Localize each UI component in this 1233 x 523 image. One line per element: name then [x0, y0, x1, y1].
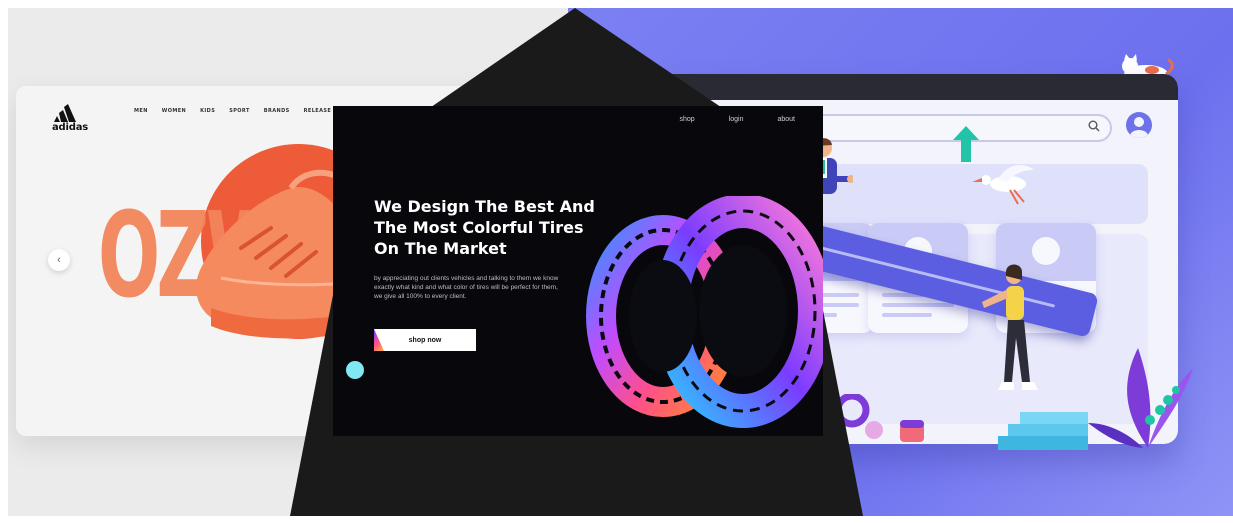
nav-item-shop[interactable]: shop	[679, 116, 694, 123]
tires-page: shop login about We Design The Best And …	[333, 106, 823, 436]
tires-panel: shop login about We Design The Best And …	[8, 8, 1233, 516]
nav-item-login[interactable]: login	[729, 116, 744, 123]
colorful-tires-image	[586, 196, 823, 428]
nav-item-about[interactable]: about	[777, 116, 795, 123]
tires-headline: We Design The Best And The Most Colorful…	[374, 197, 595, 258]
shop-now-label: shop now	[408, 336, 442, 344]
tires-description: by appreciating out clients vehicles and…	[374, 275, 559, 300]
tires-nav: shop login about	[679, 116, 795, 123]
shop-now-button[interactable]: shop now	[374, 329, 476, 351]
collage: adidas MEN WOMEN KIDS SPORT BRANDS RELEA…	[8, 8, 1233, 516]
cyan-dot	[346, 361, 364, 379]
